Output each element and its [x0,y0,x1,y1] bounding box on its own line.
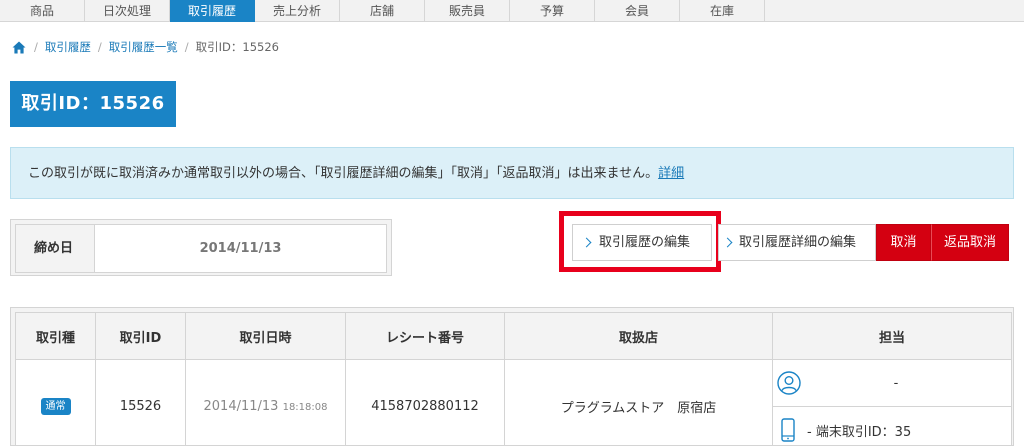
transaction-table-panel: 取引種 取引ID 取引日時 レシート番号 取扱店 担当 通常 15526 201… [10,307,1014,446]
tab-stores[interactable]: 店舗 [340,0,425,22]
chevron-right-icon [722,237,733,248]
transaction-date: 2014/11/13 [203,399,279,414]
close-date-panel: 締め日 2014/11/13 [10,219,392,276]
header-receipt-number: レシート番号 [345,312,505,360]
notice-detail-link[interactable]: 詳細 [658,166,684,181]
close-date-label: 締め日 [16,225,95,272]
breadcrumb-separator: / [184,40,189,54]
cell-staff: - [772,359,1012,407]
staff-value: - [893,375,899,391]
tab-daily-processing[interactable]: 日次処理 [85,0,170,22]
home-icon[interactable] [12,41,26,54]
header-store: 取扱店 [504,312,773,360]
header-staff: 担当 [772,312,1012,360]
close-date-value: 2014/11/13 [199,241,282,256]
header-type: 取引種 [15,312,96,360]
close-date-row: 締め日 2014/11/13 [15,224,387,273]
cell-store: プラグラムストア 原宿店 [504,359,773,445]
chevron-right-icon [581,237,592,248]
edit-transaction-detail-button[interactable]: 取引履歴詳細の編集 [718,224,876,261]
cell-terminal: - 端末取引ID：35 [772,406,1012,445]
tab-inventory[interactable]: 在庫 [680,0,765,22]
breadcrumb-transaction-history[interactable]: 取引履歴 [45,39,91,55]
notice-text: この取引が既に取消済みか通常取引以外の場合、「取引履歴詳細の編集」「取消」「返品… [28,166,659,181]
tab-salespeople[interactable]: 販売員 [425,0,510,22]
terminal-transaction-id: - 端末取引ID：35 [807,424,912,440]
cell-transaction-id: 15526 [95,359,186,445]
edit-transaction-label: 取引履歴の編集 [599,235,691,250]
type-badge: 通常 [40,398,71,415]
tab-products[interactable]: 商品 [0,0,85,22]
transaction-table: 取引種 取引ID 取引日時 レシート番号 取扱店 担当 通常 15526 201… [15,312,1012,445]
tab-budget[interactable]: 予算 [510,0,595,22]
page-title: 取引ID：15526 [10,81,176,127]
return-cancel-button[interactable]: 返品取消 [931,224,1009,261]
breadcrumb: / 取引履歴 / 取引履歴一覧 / 取引ID：15526 [12,39,279,55]
breadcrumb-transaction-list[interactable]: 取引履歴一覧 [109,39,178,55]
cell-datetime: 2014/11/13 18:18:08 [185,359,346,445]
edit-transaction-detail-label: 取引履歴詳細の編集 [739,235,857,250]
staff-row: - [773,360,1011,406]
breadcrumb-current: 取引ID：15526 [195,40,279,54]
terminal-row: - 端末取引ID：35 [773,407,1011,445]
top-navigation: 商品 日次処理 取引履歴 売上分析 店舗 販売員 予算 会員 在庫 [0,0,1024,22]
tab-sales-analysis[interactable]: 売上分析 [255,0,340,22]
cell-type: 通常 [15,359,96,445]
mobile-device-icon [781,418,795,442]
header-transaction-id: 取引ID [95,312,186,360]
notice-banner: この取引が既に取消済みか通常取引以外の場合、「取引履歴詳細の編集」「取消」「返品… [10,147,1014,199]
edit-transaction-button[interactable]: 取引履歴の編集 [572,224,712,261]
cancel-button[interactable]: 取消 [876,224,931,261]
table-header-row: 取引種 取引ID 取引日時 レシート番号 取扱店 担当 [15,312,1012,360]
breadcrumb-separator: / [34,40,38,54]
tab-members[interactable]: 会員 [595,0,680,22]
tab-transaction-history[interactable]: 取引履歴 [170,0,255,22]
transaction-time: 18:18:08 [282,402,328,413]
user-icon [777,371,801,395]
cell-receipt-number: 4158702880112 [345,359,505,445]
breadcrumb-separator: / [97,40,102,54]
header-datetime: 取引日時 [185,312,346,360]
table-row: 通常 15526 2014/11/13 18:18:08 41587028801… [15,359,1012,445]
